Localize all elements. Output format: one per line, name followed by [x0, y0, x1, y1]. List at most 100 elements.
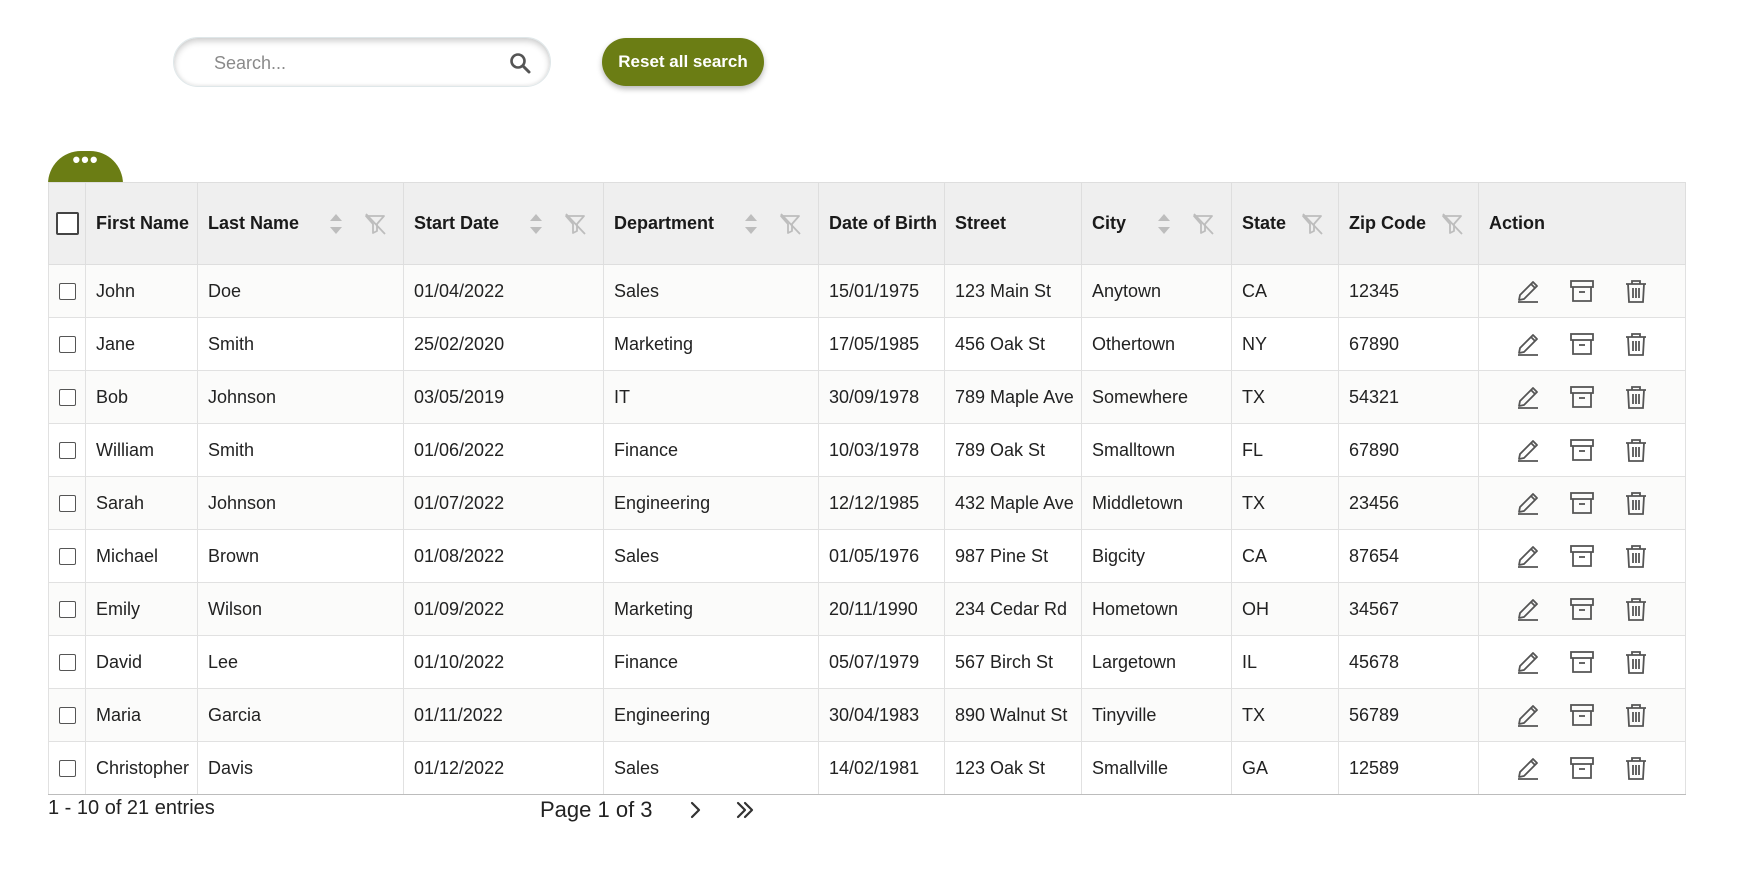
cell-street: 789 Oak St [944, 423, 1082, 477]
trash-icon[interactable] [1622, 330, 1650, 358]
trash-icon[interactable] [1622, 489, 1650, 517]
row-checkbox[interactable] [58, 495, 76, 513]
column-label: Zip Code [1349, 213, 1426, 233]
edit-pencil-icon[interactable] [1514, 701, 1542, 729]
sort-icon[interactable] [525, 211, 547, 237]
table-row: Christopher Davis 01/12/2022 Sales 14/02… [48, 741, 1686, 795]
edit-pencil-icon[interactable] [1514, 489, 1542, 517]
trash-icon[interactable] [1622, 277, 1650, 305]
archive-icon[interactable] [1568, 754, 1596, 782]
row-checkbox[interactable] [58, 601, 76, 619]
cell-zip-code: 12345 [1338, 264, 1479, 318]
edit-pencil-icon[interactable] [1514, 436, 1542, 464]
cell-state: OH [1231, 582, 1339, 636]
table-row: Michael Brown 01/08/2022 Sales 01/05/197… [48, 529, 1686, 583]
trash-icon[interactable] [1622, 754, 1650, 782]
edit-pencil-icon[interactable] [1514, 648, 1542, 676]
cell-actions [1478, 264, 1686, 318]
cell-last-name: Wilson [197, 582, 404, 636]
edit-pencil-icon[interactable] [1514, 542, 1542, 570]
row-checkbox[interactable] [58, 760, 76, 778]
cell-department: Sales [603, 529, 819, 583]
cell-state: IL [1231, 635, 1339, 689]
cell-state: NY [1231, 317, 1339, 371]
edit-pencil-icon[interactable] [1514, 330, 1542, 358]
search-input[interactable] [212, 50, 486, 76]
sort-icon[interactable] [740, 211, 762, 237]
column-header-first-name: First Name [85, 182, 198, 265]
cell-last-name: Brown [197, 529, 404, 583]
trash-icon[interactable] [1622, 648, 1650, 676]
edit-pencil-icon[interactable] [1514, 595, 1542, 623]
column-header-action: Action [1478, 182, 1686, 265]
cell-date-of-birth: 10/03/1978 [818, 423, 945, 477]
column-label: City [1092, 213, 1127, 233]
row-checkbox[interactable] [58, 442, 76, 460]
sort-icon[interactable] [1153, 211, 1175, 237]
edit-pencil-icon[interactable] [1514, 277, 1542, 305]
cell-first-name: Bob [85, 370, 198, 424]
row-checkbox[interactable] [58, 707, 76, 725]
cell-zip-code: 12589 [1338, 741, 1479, 795]
cell-start-date: 01/06/2022 [403, 423, 604, 477]
cell-first-name: John [85, 264, 198, 318]
cell-city: Largetown [1081, 635, 1232, 689]
archive-icon[interactable] [1568, 701, 1596, 729]
cell-department: Engineering [603, 688, 819, 742]
table-row: Bob Johnson 03/05/2019 IT 30/09/1978 789… [48, 370, 1686, 424]
cell-street: 567 Birch St [944, 635, 1082, 689]
ellipsis-icon: ••• [72, 146, 99, 172]
reset-all-search-button[interactable]: Reset all search [602, 38, 764, 86]
trash-icon[interactable] [1622, 595, 1650, 623]
cell-start-date: 25/02/2020 [403, 317, 604, 371]
row-checkbox[interactable] [58, 548, 76, 566]
search-box [173, 37, 551, 87]
select-all-checkbox[interactable] [55, 212, 79, 235]
cell-start-date: 01/12/2022 [403, 741, 604, 795]
filter-off-icon[interactable] [1440, 212, 1464, 236]
filter-off-icon[interactable] [778, 212, 802, 236]
column-header-department: Department [603, 182, 819, 265]
edit-pencil-icon[interactable] [1514, 383, 1542, 411]
cell-city: Bigcity [1081, 529, 1232, 583]
row-checkbox[interactable] [58, 389, 76, 407]
sort-icon[interactable] [325, 211, 347, 237]
trash-icon[interactable] [1622, 436, 1650, 464]
filter-off-icon[interactable] [1191, 212, 1215, 236]
cell-city: Othertown [1081, 317, 1232, 371]
filter-off-icon[interactable] [563, 212, 587, 236]
archive-icon[interactable] [1568, 330, 1596, 358]
cell-zip-code: 87654 [1338, 529, 1479, 583]
filter-off-icon[interactable] [1300, 212, 1324, 236]
cell-first-name: Maria [85, 688, 198, 742]
chevron-right-icon[interactable] [683, 798, 707, 822]
archive-icon[interactable] [1568, 489, 1596, 517]
row-checkbox[interactable] [58, 283, 76, 301]
cell-date-of-birth: 01/05/1976 [818, 529, 945, 583]
archive-icon[interactable] [1568, 648, 1596, 676]
filter-off-icon[interactable] [363, 212, 387, 236]
trash-icon[interactable] [1622, 542, 1650, 570]
trash-icon[interactable] [1622, 383, 1650, 411]
table-row: David Lee 01/10/2022 Finance 05/07/1979 … [48, 635, 1686, 689]
cell-start-date: 01/08/2022 [403, 529, 604, 583]
cell-state: TX [1231, 688, 1339, 742]
row-checkbox[interactable] [58, 654, 76, 672]
cell-department: Marketing [603, 317, 819, 371]
double-chevron-right-icon[interactable] [733, 798, 757, 822]
row-checkbox[interactable] [58, 336, 76, 354]
archive-icon[interactable] [1568, 542, 1596, 570]
cell-zip-code: 23456 [1338, 476, 1479, 530]
trash-icon[interactable] [1622, 701, 1650, 729]
table-options-menu-button[interactable]: ••• [48, 146, 123, 184]
archive-icon[interactable] [1568, 595, 1596, 623]
edit-pencil-icon[interactable] [1514, 754, 1542, 782]
cell-first-name: Michael [85, 529, 198, 583]
archive-icon[interactable] [1568, 383, 1596, 411]
search-icon[interactable] [508, 51, 532, 75]
page-indicator: Page 1 of 3 [540, 797, 653, 822]
archive-icon[interactable] [1568, 277, 1596, 305]
cell-actions [1478, 635, 1686, 689]
column-label: Department [614, 213, 715, 233]
archive-icon[interactable] [1568, 436, 1596, 464]
